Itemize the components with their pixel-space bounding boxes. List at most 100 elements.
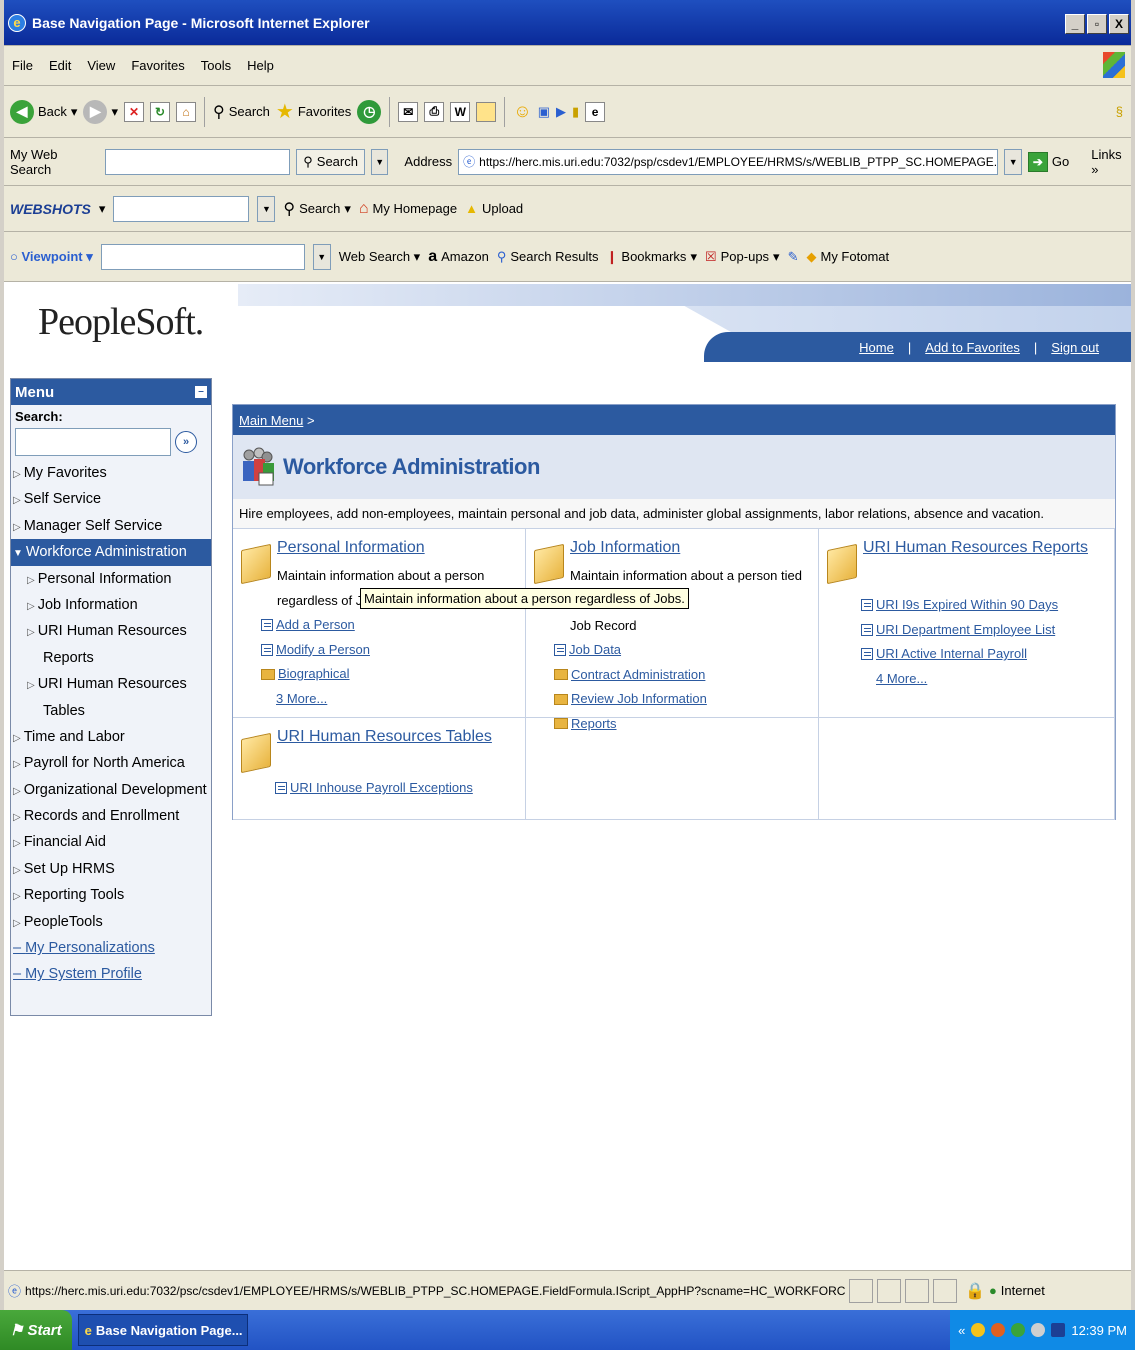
start-button[interactable]: ⚑ Start	[0, 1310, 72, 1350]
menu-item-personal-information[interactable]: ▷ Personal Information	[11, 566, 211, 592]
media-icon[interactable]: ◷	[357, 99, 382, 124]
menu-item-my-personalizations[interactable]: – My Personalizations	[11, 935, 211, 961]
minimize-button[interactable]: _	[1065, 14, 1085, 34]
notes-icon[interactable]: ▮	[572, 104, 579, 120]
add-a-person-link[interactable]: Add a Person	[261, 613, 519, 638]
favorites-button[interactable]: ★ Favorites	[276, 99, 351, 124]
home-icon[interactable]: ⌂	[175, 101, 196, 122]
print-icon[interactable]: ⎙	[424, 101, 445, 122]
menu-item-workforce-administration[interactable]: ▼ Workforce Administration	[11, 539, 211, 566]
monitor-icon[interactable]	[1051, 1323, 1066, 1337]
search-results-button[interactable]: ⚲ Search Results	[497, 249, 599, 265]
cursor-icon[interactable]: ▶	[556, 104, 566, 120]
menu-item-manager-self-service[interactable]: ▷ Manager Self Service	[11, 513, 211, 539]
webshots-dropdown-button[interactable]: ▼	[257, 195, 276, 222]
tray-expand-icon[interactable]: «	[958, 1323, 965, 1338]
breadcrumb-main-menu[interactable]: Main Menu	[239, 413, 303, 428]
my-homepage-button[interactable]: ⌂ My Homepage	[359, 200, 457, 218]
menu-item-uri-hr-tables-cont[interactable]: Tables	[11, 698, 211, 724]
tray-app-icon[interactable]	[1031, 1323, 1046, 1337]
sign-out-link[interactable]: Sign out	[1037, 340, 1113, 355]
popups-button[interactable]: ☒ Pop-ups ▾	[705, 249, 780, 265]
add-to-favorites-link[interactable]: Add to Favorites	[911, 340, 1034, 355]
monitor-icon[interactable]: ▣	[538, 104, 550, 120]
menu-tools[interactable]: Tools	[201, 58, 231, 73]
webshots-search-input[interactable]	[113, 195, 250, 222]
uri-inhouse-payroll-exceptions-link[interactable]: URI Inhouse Payroll Exceptions	[275, 776, 519, 801]
uri-department-employee-list-link[interactable]: URI Department Employee List	[861, 618, 1108, 643]
menu-favorites[interactable]: Favorites	[131, 58, 184, 73]
address-dropdown-button[interactable]: ▼	[1004, 148, 1022, 175]
my-web-search-button[interactable]: ⚲ Search	[296, 148, 365, 175]
menu-view[interactable]: View	[87, 58, 115, 73]
menu-item-uri-hr-reports-cont[interactable]: Reports	[11, 645, 211, 671]
job-information-link[interactable]: Job Information	[570, 539, 812, 557]
forward-button[interactable]: ▶ ▾	[83, 99, 118, 124]
contract-administration-link[interactable]: Contract Administration	[554, 663, 812, 688]
refresh-icon[interactable]: ↻	[149, 101, 170, 122]
webshots-search-button[interactable]: ⚲ Search ▾	[283, 199, 350, 219]
viewpoint-logo[interactable]: ○ Viewpoint ▾	[10, 249, 93, 265]
bookmarks-button[interactable]: ❙ Bookmarks ▾	[607, 249, 697, 265]
menu-search-input[interactable]	[15, 428, 171, 456]
close-button[interactable]: X	[1109, 14, 1129, 34]
taskbar-ie-window[interactable]: e Base Navigation Page...	[77, 1314, 248, 1346]
modify-a-person-link[interactable]: Modify a Person	[261, 638, 519, 663]
reports-more-link[interactable]: 4 More...	[861, 667, 1108, 692]
job-data-link[interactable]: Job Data	[554, 638, 812, 663]
edit-word-icon[interactable]: W	[450, 101, 471, 122]
shield-icon[interactable]	[971, 1323, 986, 1337]
my-fotomat-button[interactable]: ◆ My Fotomat	[806, 249, 889, 265]
messenger-icon[interactable]: ☺	[513, 101, 531, 122]
search-dropdown-button[interactable]: ▼	[370, 148, 389, 175]
stop-icon[interactable]: ✕	[123, 101, 144, 122]
research-icon[interactable]: e	[585, 101, 606, 122]
menu-item-peopletools[interactable]: ▷ PeopleTools	[11, 909, 211, 935]
menu-item-payroll[interactable]: ▷ Payroll for North America	[11, 750, 211, 776]
menu-item-self-service[interactable]: ▷ Self Service	[11, 486, 211, 512]
biographical-link[interactable]: Biographical	[261, 662, 519, 687]
home-link[interactable]: Home	[845, 340, 908, 355]
toolbar-extra-icon[interactable]: §	[1116, 104, 1123, 119]
go-button[interactable]: ➔ Go	[1027, 151, 1069, 172]
mail-icon[interactable]: ✉	[398, 101, 419, 122]
maximize-button[interactable]: ▫	[1087, 14, 1107, 34]
discuss-icon[interactable]	[476, 101, 497, 122]
menu-item-uri-hr-reports[interactable]: ▷ URI Human Resources	[11, 618, 211, 644]
my-web-search-input[interactable]	[104, 148, 291, 175]
uri-active-internal-payroll-link[interactable]: URI Active Internal Payroll	[861, 642, 1108, 667]
menu-file[interactable]: File	[12, 58, 33, 73]
menu-edit[interactable]: Edit	[49, 58, 71, 73]
amazon-button[interactable]: a Amazon	[428, 248, 489, 266]
menu-item-my-system-profile[interactable]: – My System Profile	[11, 961, 211, 987]
speaker-icon[interactable]	[1011, 1323, 1026, 1337]
back-button[interactable]: ◀ Back ▾	[10, 99, 77, 124]
menu-help[interactable]: Help	[247, 58, 274, 73]
menu-item-my-favorites[interactable]: ▷ My Favorites	[11, 460, 211, 486]
menu-item-financial-aid[interactable]: ▷ Financial Aid	[11, 829, 211, 855]
pen-icon[interactable]: ✎	[788, 249, 799, 265]
menu-item-time-and-labor[interactable]: ▷ Time and Labor	[11, 724, 211, 750]
viewpoint-dropdown-button[interactable]: ▼	[312, 243, 331, 270]
menu-item-job-information[interactable]: ▷ Job Information	[11, 592, 211, 618]
uri-hr-tables-link[interactable]: URI Human Resources Tables	[277, 728, 492, 770]
uri-hr-reports-link[interactable]: URI Human Resources Reports	[863, 539, 1088, 581]
review-job-information-link[interactable]: Review Job Information	[554, 687, 812, 712]
search-button[interactable]: ⚲ Search	[213, 102, 270, 122]
network-icon[interactable]	[991, 1323, 1006, 1337]
personal-more-link[interactable]: 3 More...	[261, 687, 519, 712]
personal-information-link[interactable]: Personal Information	[277, 539, 484, 557]
address-input[interactable]: ⓔ https://herc.mis.uri.edu:7032/psp/csde…	[458, 148, 999, 175]
menu-search-go-icon[interactable]: »	[175, 431, 197, 453]
viewpoint-search-input[interactable]	[100, 243, 305, 270]
webshots-logo[interactable]: WEBSHOTS	[10, 201, 91, 217]
menu-item-reporting-tools[interactable]: ▷ Reporting Tools	[11, 882, 211, 908]
menu-item-setup-hrms[interactable]: ▷ Set Up HRMS	[11, 856, 211, 882]
web-search-button[interactable]: Web Search ▾	[339, 249, 420, 265]
menu-item-uri-hr-tables[interactable]: ▷ URI Human Resources	[11, 671, 211, 697]
menu-item-org-development[interactable]: ▷ Organizational Development	[11, 777, 211, 803]
menu-item-records-enrollment[interactable]: ▷ Records and Enrollment	[11, 803, 211, 829]
upload-button[interactable]: ▲ Upload	[465, 201, 523, 216]
uri-i9s-expired-link[interactable]: URI I9s Expired Within 90 Days	[861, 593, 1108, 618]
links-button[interactable]: Links »	[1091, 147, 1131, 177]
